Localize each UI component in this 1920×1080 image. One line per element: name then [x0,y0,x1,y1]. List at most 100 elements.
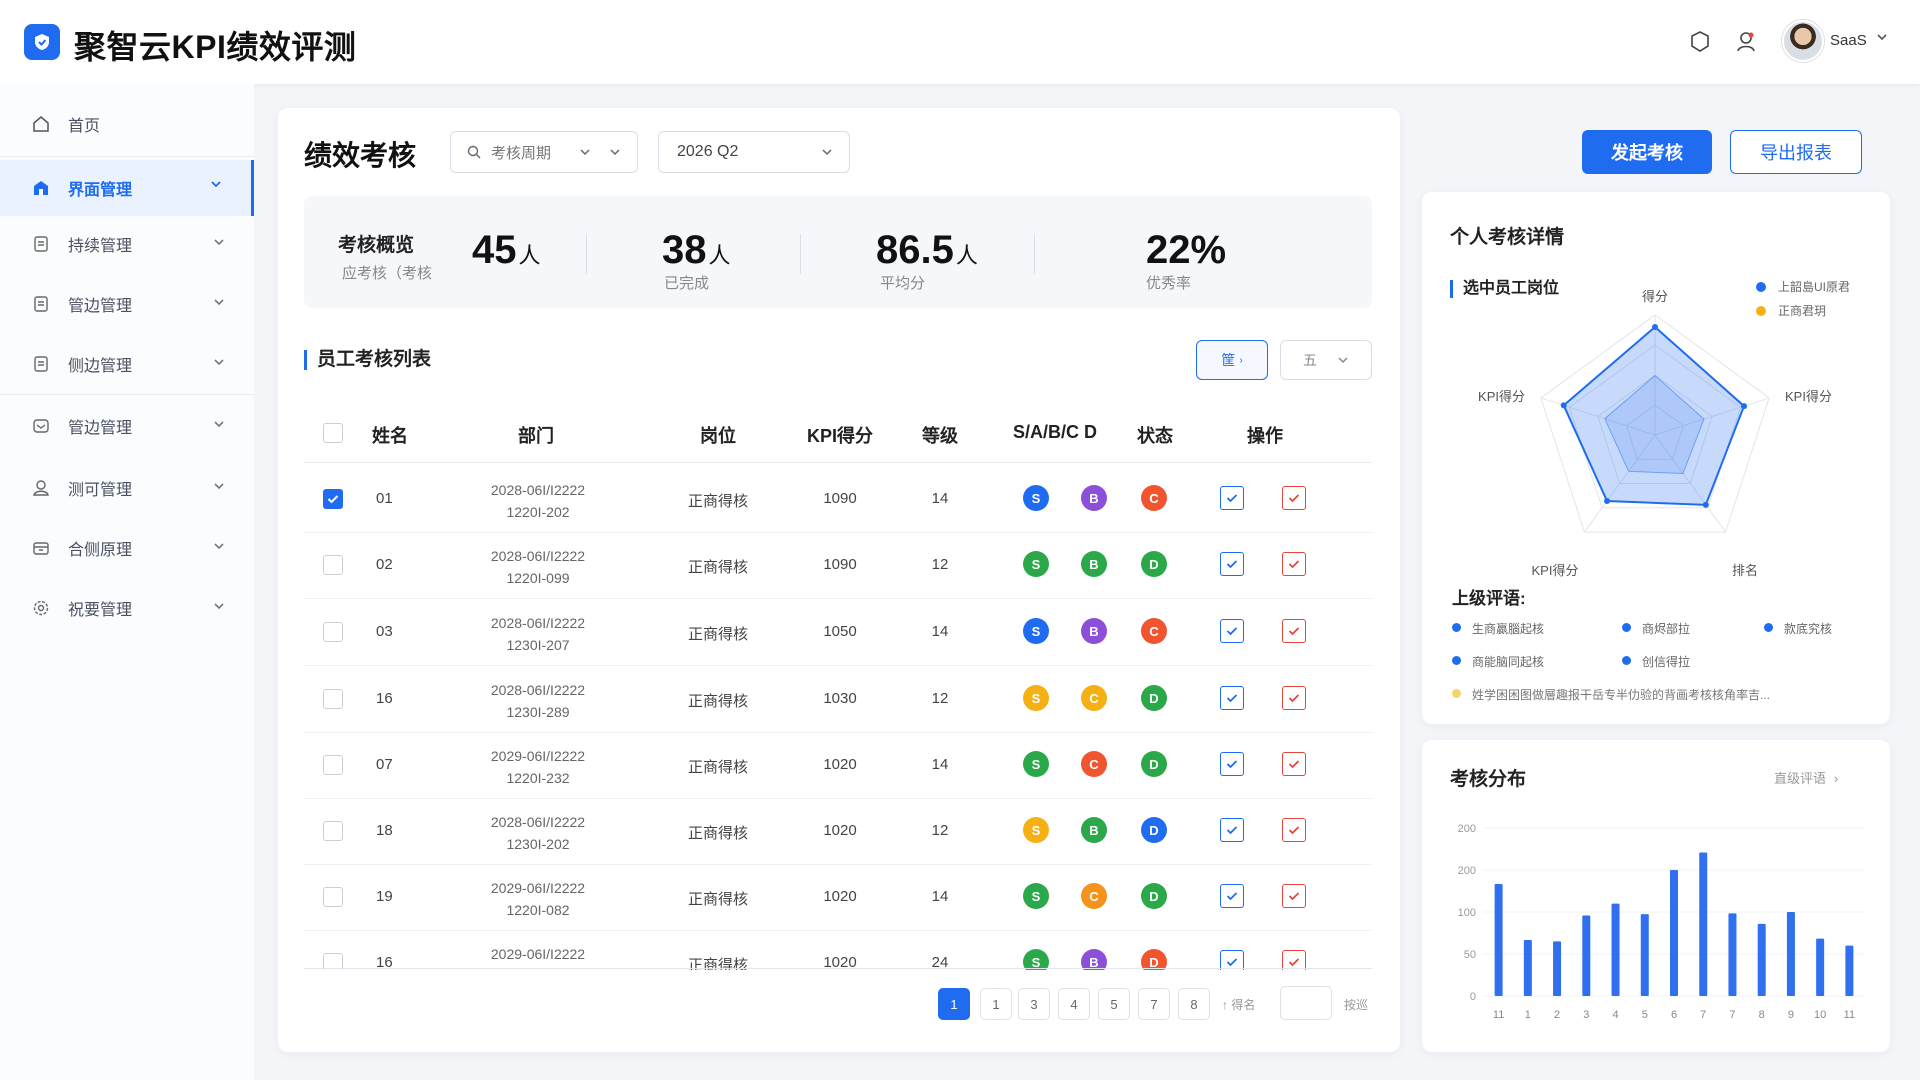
row-checkbox[interactable] [323,755,343,775]
cell-level: 14 [931,756,949,773]
approve-icon[interactable] [1220,552,1244,576]
radar-label: KPI得分 [1478,389,1525,404]
grade-badge: D [1141,751,1167,777]
cell-name: 18 [376,822,393,839]
chevron-down-icon[interactable] [212,355,226,374]
export-report-button[interactable]: 导出报表 [1730,130,1862,174]
user-name[interactable]: SaaS [1830,32,1867,49]
grade-badge: S [1023,618,1049,644]
sidebar-item-test[interactable]: 测可管理 [0,462,254,514]
column-header[interactable]: KPI得分 [790,422,890,448]
grade-badge: S [1023,817,1049,843]
approve-icon[interactable] [1220,884,1244,908]
radar-point [1604,498,1611,505]
filter-select[interactable]: 五 [1280,340,1372,380]
notification-icon[interactable] [1686,28,1714,56]
chevron-down-icon[interactable] [212,417,226,436]
app-logo-icon[interactable] [24,24,60,60]
y-tick-label: 100 [1458,907,1476,919]
sidebar-item-continuous[interactable]: 持续管理 [0,218,254,270]
chevron-down-icon[interactable] [212,479,226,498]
edit-icon[interactable] [1282,818,1306,842]
approve-icon[interactable] [1220,486,1244,510]
user-avatar[interactable] [1782,20,1824,62]
chevron-down-icon[interactable] [209,177,223,196]
cell-name: 07 [376,756,393,773]
period-select[interactable]: 考核周期 [450,131,638,173]
period-value-select[interactable]: 2026 Q2 [658,131,850,173]
cell-level: 14 [931,490,949,507]
bar [1728,913,1737,996]
distribution-link[interactable]: 直级评语 › [1774,768,1838,787]
stat-average-label: 平均分 [880,275,926,292]
row-checkbox[interactable] [323,489,343,509]
sidebar-item-principle[interactable]: 合侧原理 [0,522,254,574]
bar [1640,914,1649,996]
start-review-button[interactable]: 发起考核 [1582,130,1712,174]
summary-subtitle: 应考核（考核 [342,265,433,282]
page-button[interactable]: 5 [1098,988,1130,1020]
doc-icon [30,233,52,255]
select-all-checkbox[interactable] [323,423,343,443]
column-header[interactable]: 岗位 [668,422,768,448]
row-checkbox[interactable] [323,821,343,841]
edit-icon[interactable] [1282,552,1306,576]
x-tick-label: 9 [1788,1009,1794,1020]
y-tick-label: 0 [1470,991,1476,1003]
cell-kpi: 1020 [823,888,857,905]
sidebar-item-interface[interactable]: 界面管理 [0,160,254,216]
filter-button[interactable]: 筐 › [1196,340,1268,380]
chevron-down-icon [821,145,833,163]
page-button[interactable]: 1 [980,988,1012,1020]
divider [1034,234,1035,274]
chevron-down-icon[interactable] [212,295,226,314]
edit-icon[interactable] [1282,619,1306,643]
page-button[interactable]: 3 [1018,988,1050,1020]
chevron-down-icon[interactable] [212,539,226,558]
grade-badge: B [1081,551,1107,577]
column-header[interactable]: 部门 [466,422,606,448]
approve-icon[interactable] [1220,686,1244,710]
page-button[interactable]: 8 [1178,988,1210,1020]
review-dot [1452,623,1461,632]
cell-name: 01 [376,490,393,507]
column-header[interactable]: S/A/B/C D [1000,422,1110,443]
sidebar-item-settings[interactable]: 祝要管理 [0,582,254,634]
grade-badge: S [1023,883,1049,909]
user-settings-icon[interactable] [1732,28,1760,56]
chevron-down-icon[interactable] [212,235,226,254]
cell-level: 12 [931,690,949,707]
column-header[interactable]: 等级 [900,422,980,448]
chevron-down-icon[interactable] [1876,30,1888,48]
sidebar-item-edge-2[interactable]: 管边管理 [0,400,254,452]
cell-position: 正商得核 [687,559,748,576]
column-header[interactable]: 操作 [1230,422,1300,448]
approve-icon[interactable] [1220,619,1244,643]
column-header[interactable]: 状态 [1120,422,1190,448]
approve-icon[interactable] [1220,752,1244,776]
chevron-down-icon[interactable] [212,599,226,618]
row-checkbox[interactable] [323,689,343,709]
approve-icon[interactable] [1220,818,1244,842]
edit-icon[interactable] [1282,752,1306,776]
x-tick-label: 5 [1642,1009,1648,1020]
page-button[interactable]: 1 [938,988,970,1020]
sidebar-item-side[interactable]: 侧边管理 [0,338,254,390]
grade-badge: D [1141,551,1167,577]
page-jump-label[interactable]: 按巡 [1344,996,1368,1013]
edit-icon[interactable] [1282,884,1306,908]
row-checkbox[interactable] [323,622,343,642]
column-header[interactable]: 姓名 [372,422,432,448]
page-jump-input[interactable] [1280,986,1332,1020]
cell-dept: 2029-06I/I2222 1220I-082 [490,880,586,918]
detail-title: 个人考核详情 [1450,227,1565,248]
radar-label: 排名 [1732,563,1758,578]
sidebar-item-edge[interactable]: 管边管理 [0,278,254,330]
sidebar-item-home[interactable]: 首页 [0,98,254,150]
row-checkbox[interactable] [323,887,343,907]
page-button[interactable]: 4 [1058,988,1090,1020]
edit-icon[interactable] [1282,686,1306,710]
row-checkbox[interactable] [323,555,343,575]
page-button[interactable]: 7 [1138,988,1170,1020]
edit-icon[interactable] [1282,486,1306,510]
